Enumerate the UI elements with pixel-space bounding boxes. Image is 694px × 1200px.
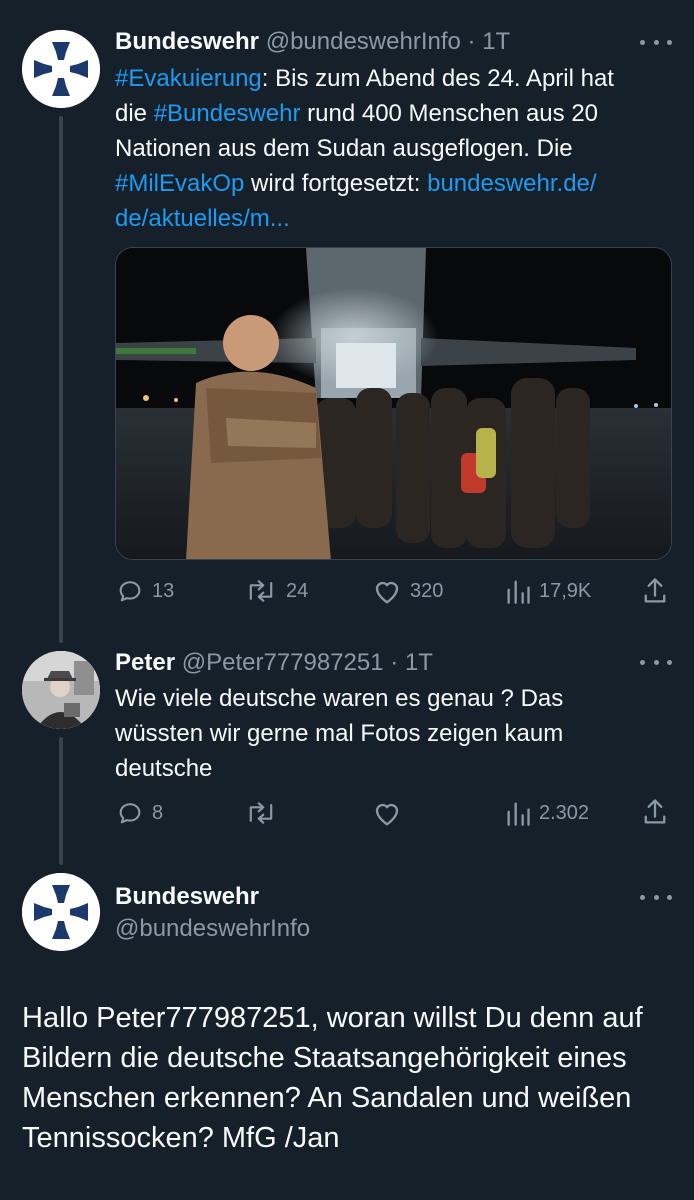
retweet-icon — [249, 580, 273, 602]
reply-count: 8 — [152, 801, 164, 824]
tweet-header: Bundeswehr @bundeswehrInfo · 1T — [115, 27, 510, 57]
retweet-icon — [249, 802, 273, 824]
retweet-button[interactable] — [244, 798, 278, 828]
hashtag-link[interactable]: #Evakuierung — [115, 65, 262, 92]
text-line: Bildern die deutsche Staatsangehörigkeit… — [22, 1042, 627, 1074]
like-count: 320 — [410, 579, 444, 602]
views-button[interactable]: 17,9K — [505, 576, 591, 606]
separator-dot: · — [467, 28, 476, 55]
avatar[interactable] — [22, 651, 100, 729]
tweet-text: Hallo Peter777987251, woran willst Du de… — [22, 998, 682, 1158]
user-handle[interactable]: @bundeswehrInfo — [115, 914, 310, 944]
separator-dot: · — [390, 649, 399, 676]
reply-icon — [119, 581, 141, 602]
avatar[interactable] — [22, 873, 100, 951]
text-line: Menschen erkennen? An Sandalen und weiße… — [22, 1082, 632, 1114]
retweet-count: 24 — [286, 579, 309, 602]
text-line: die #Bundeswehr rund 400 Menschen aus 20 — [115, 96, 685, 131]
tweet-photo[interactable] — [115, 247, 672, 560]
timestamp[interactable]: 1T — [405, 649, 433, 676]
user-handle[interactable]: @bundeswehrInfo — [266, 28, 461, 55]
reply-icon — [119, 803, 141, 824]
user-handle[interactable]: @Peter777987251 — [182, 649, 384, 676]
views-icon — [507, 802, 530, 826]
display-name[interactable]: Peter — [115, 649, 175, 676]
text-line: Hallo Peter777987251, woran willst Du de… — [22, 1002, 643, 1034]
reply-count: 13 — [152, 579, 175, 602]
text-segment: rund 400 Menschen aus 20 — [300, 100, 599, 127]
share-button[interactable] — [641, 576, 669, 606]
text-line: deutsche — [115, 755, 213, 782]
views-count: 17,9K — [539, 579, 592, 602]
share-button[interactable] — [641, 797, 669, 827]
display-name-text: Bundeswehr — [115, 883, 260, 910]
more-icon[interactable] — [640, 887, 672, 907]
hashtag-link[interactable]: #Bundeswehr — [154, 100, 301, 127]
thread-connector-2 — [59, 737, 63, 865]
thread-connector-1 — [59, 116, 63, 643]
tweet-text: Wie viele deutsche waren es genau ? Das … — [115, 681, 685, 786]
peter-avatar-image — [22, 651, 100, 729]
url-link[interactable]: bundeswehr.de/ — [427, 170, 596, 197]
url-link[interactable]: de/aktuelles/m... — [115, 205, 290, 232]
like-button[interactable]: 320 — [372, 576, 443, 606]
text-line: #Evakuierung: Bis zum Abend des 24. Apri… — [115, 61, 685, 96]
timestamp[interactable]: 1T — [482, 28, 510, 55]
tweet-text: #Evakuierung: Bis zum Abend des 24. Apri… — [115, 61, 685, 236]
bundeswehr-cross-logo — [22, 30, 100, 108]
text-line: Tennissocken? MfG /Jan — [22, 1122, 340, 1154]
text-line: Nationen aus dem Sudan ausgeflogen. Die — [115, 131, 685, 166]
more-icon[interactable] — [640, 32, 672, 52]
text-line: #MilEvakOp wird fortgesetzt: bundeswehr.… — [115, 166, 685, 201]
text-segment: : Bis zum Abend des 24. April hat — [261, 65, 614, 92]
views-count: 2.302 — [539, 801, 590, 824]
text-line: de/aktuelles/m... — [115, 201, 685, 236]
like-button[interactable] — [372, 798, 402, 828]
retweet-button[interactable]: 24 — [244, 576, 308, 606]
views-button[interactable]: 2.302 — [505, 798, 589, 828]
display-name[interactable]: Bundeswehr — [115, 882, 259, 912]
text-segment: wird fortgesetzt: — [244, 170, 428, 197]
text-line: wüssten wir gerne mal Fotos zeigen kaum — [115, 720, 564, 747]
heart-icon — [375, 803, 399, 826]
tweet-header: Peter @Peter777987251 · 1T — [115, 648, 433, 678]
share-icon — [644, 799, 666, 824]
display-name[interactable]: Bundeswehr — [115, 28, 259, 55]
text-line: Wie viele deutsche waren es genau ? Das — [115, 685, 564, 712]
heart-icon — [375, 581, 399, 604]
avatar[interactable] — [22, 30, 100, 108]
reply-button[interactable]: 8 — [116, 798, 163, 828]
views-icon — [507, 580, 530, 604]
user-handle-text: @bundeswehrInfo — [115, 915, 311, 942]
bundeswehr-cross-logo — [22, 873, 100, 951]
evacuation-photo — [116, 248, 671, 559]
reply-button[interactable]: 13 — [116, 576, 174, 606]
text-segment: die — [115, 100, 154, 127]
more-icon[interactable] — [640, 652, 672, 672]
hashtag-link[interactable]: #MilEvakOp — [115, 170, 244, 197]
text-segment: Nationen aus dem Sudan ausgeflogen. Die — [115, 135, 573, 162]
share-icon — [644, 578, 666, 603]
